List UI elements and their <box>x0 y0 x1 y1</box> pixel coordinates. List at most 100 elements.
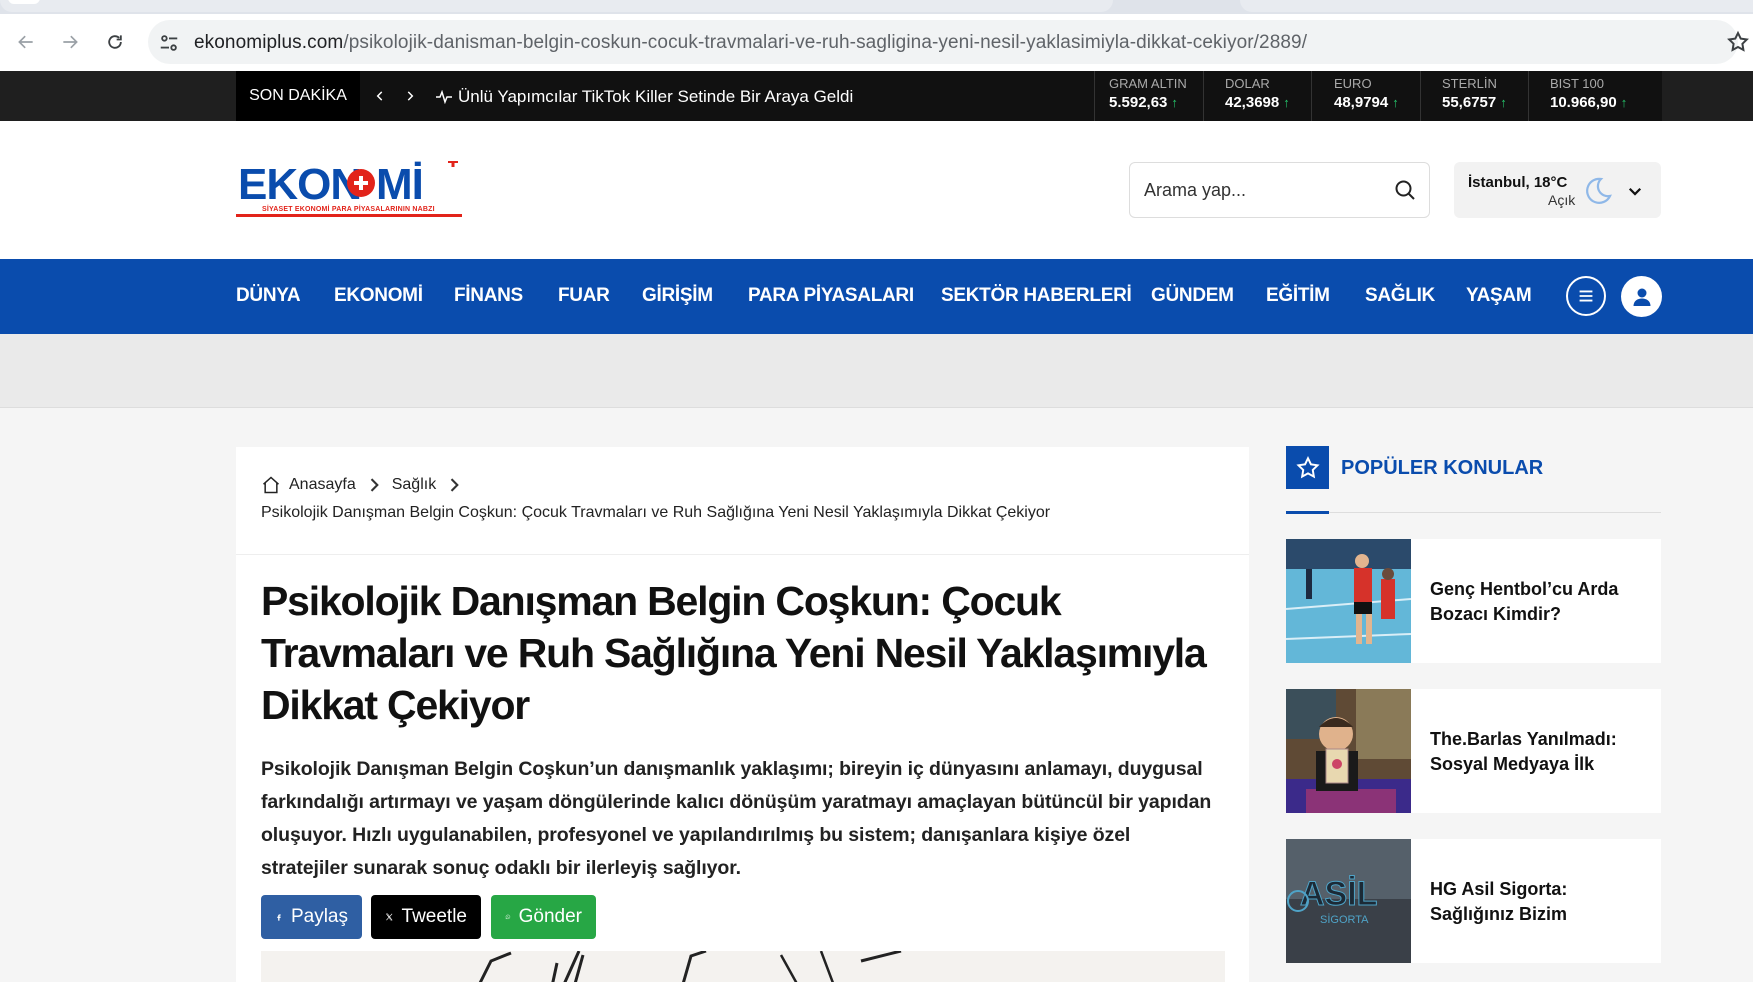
divider <box>236 554 1249 555</box>
chevron-down-icon <box>1628 187 1642 196</box>
main-navigation: DÜNYA EKONOMİ FİNANS FUAR GİRİŞİM PARA P… <box>0 259 1753 334</box>
chevron-right-icon <box>407 91 414 101</box>
trend-up-icon: ↑ <box>1500 95 1507 110</box>
market-value: 10.966,90 ↑ <box>1550 94 1628 111</box>
back-button[interactable] <box>10 26 42 58</box>
breaking-news-bar: SON DAKİKA Ünlü Yapımcılar TikTok Killer… <box>0 71 1753 121</box>
breadcrumb: Anasayfa Sağlık <box>261 475 464 495</box>
share-whatsapp-button[interactable]: Gönder <box>491 895 596 939</box>
ticker-headline-link[interactable]: Ünlü Yapımcılar TikTok Killer Setinde Bi… <box>436 87 853 107</box>
x-logo-icon <box>386 913 393 921</box>
menu-button[interactable] <box>1566 276 1606 316</box>
divider <box>1094 71 1095 121</box>
browser-tab-strip <box>0 0 1753 14</box>
breadcrumb-category[interactable]: Sağlık <box>392 476 436 494</box>
article-lead: Psikolojik Danışman Belgin Coşkun’un dan… <box>261 758 1212 879</box>
market-name: DOLAR <box>1225 76 1270 91</box>
market-name: EURO <box>1334 76 1372 91</box>
nav-item-saglik[interactable]: SAĞLIK <box>1365 285 1435 307</box>
share-whatsapp-label: Gönder <box>518 906 582 927</box>
nav-item-fuar[interactable]: FUAR <box>558 285 610 307</box>
search-icon[interactable] <box>1393 178 1417 202</box>
nav-item-girisim[interactable]: GİRİŞİM <box>642 285 713 307</box>
popular-topics-header: POPÜLER KONULAR <box>1286 446 1661 514</box>
arrow-left-icon <box>18 35 33 49</box>
popular-item-title: Genç Hentbol’cu Arda Bozacı Kimdir? <box>1430 579 1619 624</box>
browser-tab[interactable] <box>0 0 1113 12</box>
illustration-sketch <box>478 951 902 982</box>
browser-tab[interactable] <box>1240 0 1753 12</box>
ticker-prev-button[interactable] <box>368 84 392 108</box>
bookmark-star-icon[interactable] <box>1726 30 1750 54</box>
trend-up-icon: ↑ <box>1171 95 1178 110</box>
market-value: 42,3698 ↑ <box>1225 94 1290 111</box>
reload-button[interactable] <box>99 26 131 58</box>
forward-button[interactable] <box>54 26 86 58</box>
nav-item-egitim[interactable]: EĞİTİM <box>1266 285 1330 307</box>
market-name: GRAM ALTIN <box>1109 76 1187 91</box>
url-path: /psikolojik-danisman-belgin-coskun-cocuk… <box>343 32 1308 53</box>
market-value: 55,6757 ↑ <box>1442 94 1507 111</box>
popular-item-title: The.Barlas Yanılmadı: Sosyal Medyaya İlk <box>1430 729 1617 774</box>
site-header: EKON Mİ SİYASET EKONOMİ PARA PİYASALARIN… <box>0 121 1753 259</box>
browser-toolbar: ekonomiplus.com/psikolojik-danisman-belg… <box>0 14 1753 71</box>
nav-item-gundem[interactable]: GÜNDEM <box>1151 285 1234 307</box>
popular-item[interactable]: Genç Hentbol’cu Arda Bozacı Kimdir? <box>1286 539 1661 663</box>
nav-item-sektor-haberleri[interactable]: SEKTÖR HABERLERİ <box>941 285 1132 307</box>
share-twitter-button[interactable]: Tweetle <box>371 895 481 939</box>
svg-text:Mİ: Mİ <box>376 161 423 209</box>
ticker-next-button[interactable] <box>398 84 422 108</box>
divider <box>1420 71 1421 121</box>
divider <box>1286 512 1661 513</box>
search-input[interactable] <box>1144 177 1374 203</box>
market-sterlin[interactable]: STERLİN 55,6757 ↑ <box>1442 76 1507 118</box>
svg-text:SİGORTA: SİGORTA <box>1320 913 1369 926</box>
user-account-button[interactable] <box>1621 276 1662 317</box>
chevron-left-icon <box>376 91 383 101</box>
chevron-right-icon <box>450 478 459 492</box>
weather-condition: Açık <box>1548 192 1576 208</box>
market-name: STERLİN <box>1442 76 1497 91</box>
nav-item-yasam[interactable]: YAŞAM <box>1466 285 1532 307</box>
popular-item-thumbnail: ASİL SİGORTA <box>1286 839 1411 963</box>
divider-accent <box>1286 511 1329 514</box>
weather-widget[interactable]: İstanbul, 18°C Açık <box>1454 162 1661 218</box>
site-info-icon[interactable] <box>158 32 180 54</box>
popular-item[interactable]: ASİL SİGORTA HG Asil Sigorta: Sağlığınız… <box>1286 839 1661 963</box>
url-text[interactable]: ekonomiplus.com/psikolojik-danisman-belg… <box>194 32 1307 54</box>
site-logo[interactable]: EKON Mİ SİYASET EKONOMİ PARA PİYASALARIN… <box>236 161 462 219</box>
user-icon <box>1633 288 1650 306</box>
nav-item-ekonomi[interactable]: EKONOMİ <box>334 285 423 307</box>
market-bist100[interactable]: BIST 100 10.966,90 ↑ <box>1550 76 1627 118</box>
nav-item-finans[interactable]: FİNANS <box>454 285 523 307</box>
market-euro[interactable]: EURO 48,9794 ↑ <box>1334 76 1399 118</box>
popular-item-thumbnail <box>1286 689 1411 813</box>
popular-item[interactable]: The.Barlas Yanılmadı: Sosyal Medyaya İlk <box>1286 689 1661 813</box>
hamburger-icon <box>1579 290 1593 302</box>
svg-text:ASİL: ASİL <box>1300 875 1377 913</box>
breaking-news-label: SON DAKİKA <box>236 71 360 121</box>
whatsapp-icon <box>505 914 511 920</box>
popular-item-thumbnail <box>1286 539 1411 663</box>
search-box <box>1129 162 1430 218</box>
trend-up-icon: ↑ <box>1392 95 1399 110</box>
market-value: 48,9794 ↑ <box>1334 94 1399 111</box>
market-dolar[interactable]: DOLAR 42,3698 ↑ <box>1225 76 1290 118</box>
market-gram-altin[interactable]: GRAM ALTIN 5.592,63 ↑ <box>1109 76 1187 118</box>
share-facebook-label: Paylaş <box>290 906 348 927</box>
breadcrumb-current: Psikolojik Danışman Belgin Coşkun: Çocuk… <box>261 504 1051 521</box>
star-icon <box>1295 455 1320 478</box>
breadcrumb-home[interactable]: Anasayfa <box>289 476 356 494</box>
nav-item-dunya[interactable]: DÜNYA <box>236 285 301 307</box>
article-title: Psikolojik Danışman Belgin Coşkun: Çocuk… <box>261 578 1207 728</box>
ticker-headline: Ünlü Yapımcılar TikTok Killer Setinde Bi… <box>458 87 854 106</box>
nav-item-para-piyasalari[interactable]: PARA PİYASALARI <box>748 285 914 307</box>
article-image <box>261 951 1225 982</box>
share-facebook-button[interactable]: Paylaş <box>261 895 362 939</box>
trend-up-icon: ↑ <box>1283 95 1290 110</box>
popular-item-title: HG Asil Sigorta: Sağlığınız Bizim <box>1430 879 1568 924</box>
chevron-right-icon <box>370 478 379 492</box>
divider <box>1528 71 1529 121</box>
url-host: ekonomiplus.com <box>194 32 344 53</box>
market-value: 5.592,63 ↑ <box>1109 94 1178 111</box>
